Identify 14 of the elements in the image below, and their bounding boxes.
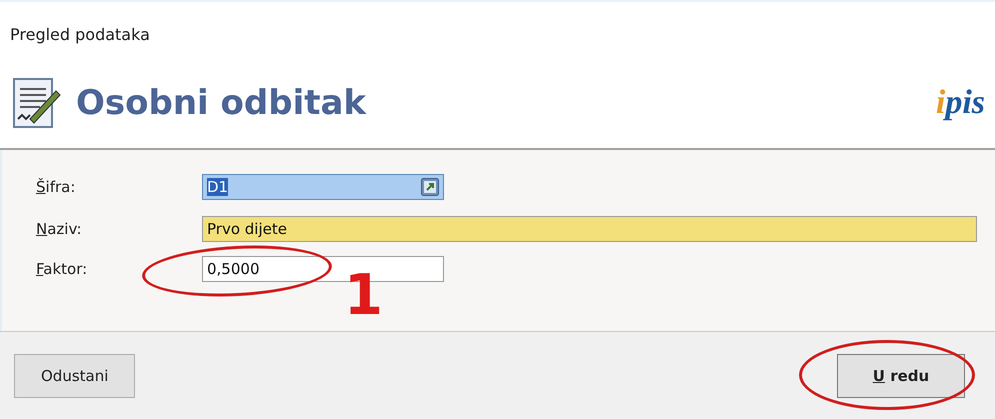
lookup-field[interactable]: D1 bbox=[202, 174, 444, 200]
field-label: Naziv: bbox=[35, 220, 83, 238]
field-value: D1 bbox=[207, 178, 228, 196]
document-pen-icon bbox=[12, 75, 62, 131]
field-value: 0,5000 bbox=[207, 260, 260, 278]
input-field[interactable]: Prvo dijete bbox=[202, 216, 977, 242]
cancel-button[interactable]: Odustani bbox=[14, 354, 136, 398]
field-label: Šifra: bbox=[35, 178, 76, 196]
ok-button[interactable]: U redu bbox=[837, 354, 965, 398]
field-value: Prvo dijete bbox=[207, 220, 287, 238]
logo: ipis bbox=[936, 84, 985, 122]
lookup-icon[interactable] bbox=[421, 178, 439, 196]
field-label: Faktor: bbox=[35, 260, 88, 278]
dialog-heading: Osobni odbitak bbox=[76, 83, 366, 123]
